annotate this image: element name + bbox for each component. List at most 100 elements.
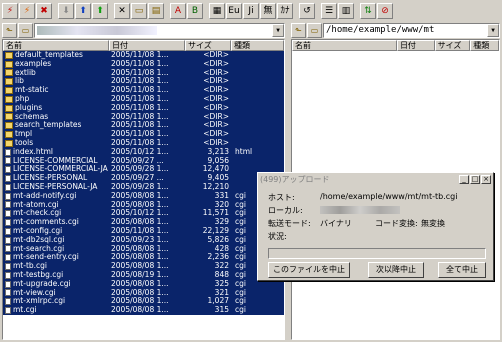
cancel-remaining-button[interactable]: 次以降中止 <box>368 262 424 278</box>
table-row[interactable]: mt-atom.cgi 2005/08/08 1... 320 cgi <box>3 200 284 210</box>
stop-button[interactable]: ⊘ <box>377 3 393 19</box>
table-row[interactable]: mt-xmlrpc.cgi 2005/08/08 1... 1,027 cgi <box>3 297 284 307</box>
close-button[interactable]: × <box>481 175 491 184</box>
column-header-size[interactable]: サイズ <box>185 40 231 51</box>
sync-button[interactable]: ⇅ <box>360 3 376 19</box>
column-header-date[interactable]: 日付 <box>109 40 185 51</box>
file-size: 11,571 <box>202 209 229 218</box>
file-type <box>231 69 284 78</box>
file-date: 2005/11/08 1... <box>111 103 169 112</box>
table-row[interactable]: mt-static 2005/11/08 1... <DIR> <box>3 86 284 95</box>
quick-connect-button[interactable]: ⚡ <box>19 3 35 19</box>
jis-button[interactable]: Ji <box>243 3 259 19</box>
table-row[interactable]: examples 2005/11/08 1... <DIR> <box>3 59 284 69</box>
file-icon <box>5 219 11 227</box>
file-type <box>231 51 284 60</box>
table-row[interactable]: mt-search.cgi 2005/08/08 1... 428 cgi <box>3 244 284 254</box>
no-convert-button[interactable]: 無 <box>260 3 276 19</box>
euc-button[interactable]: Eu <box>226 3 242 19</box>
table-row[interactable]: mt-tb.cgi 2005/08/08 1... 322 cgi <box>3 262 284 271</box>
detail-view-button[interactable]: ▥ <box>338 3 354 19</box>
file-name: mt-add-notify.cgi <box>13 191 77 200</box>
cancel-all-button[interactable]: 全て中止 <box>438 262 486 278</box>
remote-up-folder-button[interactable]: ⬑ <box>291 22 306 38</box>
table-row[interactable]: mt-comments.cgi 2005/08/08 1... 329 cgi <box>3 218 284 227</box>
column-header-date[interactable]: 日付 <box>396 40 435 51</box>
remote-open-folder-button[interactable]: ▭ <box>307 22 322 38</box>
table-row[interactable]: php 2005/11/08 1... <DIR> <box>3 94 284 104</box>
file-size: <DIR> <box>203 86 229 95</box>
table-row[interactable]: mt-config.cgi 2005/11/08 1... 22,129 cgi <box>3 226 284 236</box>
mkdir-button[interactable]: ▤ <box>148 3 164 19</box>
table-row[interactable]: LICENSE-COMMERCIAL-JA 2005/09/28 1... 12,4… <box>3 165 284 175</box>
upload-button[interactable]: ⬆ <box>75 3 91 19</box>
local-open-folder-button[interactable]: ▭ <box>18 22 33 38</box>
kana-button[interactable]: ｶﾅ <box>277 3 293 19</box>
table-row[interactable]: tools 2005/11/08 1... <DIR> <box>3 138 284 148</box>
file-icon <box>5 254 11 262</box>
file-icon <box>5 289 11 297</box>
cancel-file-button[interactable]: このファイルを中止 <box>268 262 350 278</box>
chevron-down-icon[interactable]: ▼ <box>487 23 499 37</box>
column-header-name[interactable]: 名前 <box>3 40 109 51</box>
download-button[interactable]: ⬇ <box>58 3 74 19</box>
file-icon <box>5 148 11 156</box>
file-name-cell: mt-static <box>3 86 109 95</box>
open-folder-icon: ▭ <box>310 25 319 35</box>
file-name: index.html <box>13 147 53 156</box>
table-row[interactable]: search_templates 2005/11/08 1... <DIR> <box>3 121 284 131</box>
delete-button[interactable]: ✕ <box>114 3 130 19</box>
file-name-cell: mt-atom.cgi <box>3 201 109 210</box>
column-header-type[interactable]: 種類 <box>231 40 284 51</box>
remote-path-combo[interactable]: /home/example/www/mt ▼ <box>323 22 500 38</box>
refresh-button[interactable]: ↺ <box>299 3 315 19</box>
maximize-button[interactable]: □ <box>470 175 480 184</box>
table-row[interactable]: mt-upgrade.cgi 2005/08/08 1... 325 cgi <box>3 279 284 289</box>
table-row[interactable]: mt-view.cgi 2005/08/08 1... 321 cgi <box>3 288 284 298</box>
table-row[interactable]: LICENSE-PERSONAL 2005/09/27 ... 9,405 <box>3 174 284 183</box>
minimize-button[interactable]: _ <box>459 175 469 184</box>
rename-button[interactable]: ▭ <box>131 3 147 19</box>
column-header-type[interactable]: 種類 <box>470 40 499 51</box>
auto-mode-button[interactable]: ▦ <box>209 3 225 19</box>
chevron-down-icon[interactable]: ▼ <box>272 23 284 37</box>
table-row[interactable]: mt-send-entry.cgi 2005/08/08 1... 2,236 cgi <box>3 253 284 263</box>
table-row[interactable]: schemas 2005/11/08 1... <DIR> <box>3 112 284 122</box>
file-date: 2005/11/08 1... <box>111 226 169 235</box>
table-row[interactable]: tmpl 2005/11/08 1... <DIR> <box>3 130 284 139</box>
file-name: tmpl <box>15 130 33 139</box>
table-row[interactable]: LICENSE-COMMERCIAL 2005/09/27 ... 9,056 <box>3 156 284 166</box>
local-up-folder-button[interactable]: ⬑ <box>2 22 17 38</box>
file-type <box>231 157 284 166</box>
no-convert-icon: 無 <box>263 5 273 16</box>
table-row[interactable]: mt.cgi 2005/08/08 1... 315 cgi <box>3 306 284 315</box>
file-size: 329 <box>214 218 229 227</box>
jis-icon: Ji <box>248 5 254 16</box>
table-row[interactable]: extlib 2005/11/08 1... <DIR> <box>3 68 284 78</box>
mirror-button[interactable]: ⬆ <box>92 3 108 19</box>
table-row[interactable]: plugins 2005/11/08 1... <DIR> <box>3 103 284 113</box>
file-date: 2005/08/08 1... <box>111 297 169 306</box>
table-row[interactable]: mt-add-notify.cgi 2005/08/08 1... 331 cgi <box>3 191 284 201</box>
local-path-combo[interactable]: ▼ <box>34 22 285 38</box>
file-size: 12,470 <box>202 165 229 174</box>
table-row[interactable]: default_templates 2005/11/08 1... <DIR> <box>3 51 284 60</box>
ascii-mode-button[interactable]: A <box>170 3 186 19</box>
table-row[interactable]: index.html 2005/10/12 1... 3,213 html <box>3 147 284 157</box>
local-file-list[interactable]: 名前 日付 サイズ 種類 default_templates 2005/11/08… <box>2 39 285 340</box>
table-row[interactable]: LICENSE-PERSONAL-JA 2005/09/28 1... 12,210 <box>3 182 284 192</box>
list-view-button[interactable]: ☰ <box>321 3 337 19</box>
connect-button[interactable]: ⚡ <box>2 3 18 19</box>
table-row[interactable]: mt-check.cgi 2005/10/12 1... 11,571 cgi <box>3 209 284 219</box>
table-row[interactable]: mt-testbg.cgi 2005/08/19 1... 848 cgi <box>3 270 284 280</box>
binary-mode-button[interactable]: B <box>187 3 203 19</box>
auto-mode-icon: ▦ <box>212 5 222 16</box>
column-header-name[interactable]: 名前 <box>292 40 397 51</box>
file-date: 2005/09/23 1... <box>111 235 169 244</box>
table-row[interactable]: mt-db2sql.cgi 2005/09/23 1... 5,826 cgi <box>3 235 284 245</box>
dialog-titlebar[interactable]: (499)アップロード _ □ × <box>258 173 493 186</box>
column-header-size[interactable]: サイズ <box>434 40 471 51</box>
table-row[interactable]: lib 2005/11/08 1... <DIR> <box>3 77 284 87</box>
disconnect-button[interactable]: ✖ <box>36 3 52 19</box>
file-name: mt-config.cgi <box>13 226 63 235</box>
